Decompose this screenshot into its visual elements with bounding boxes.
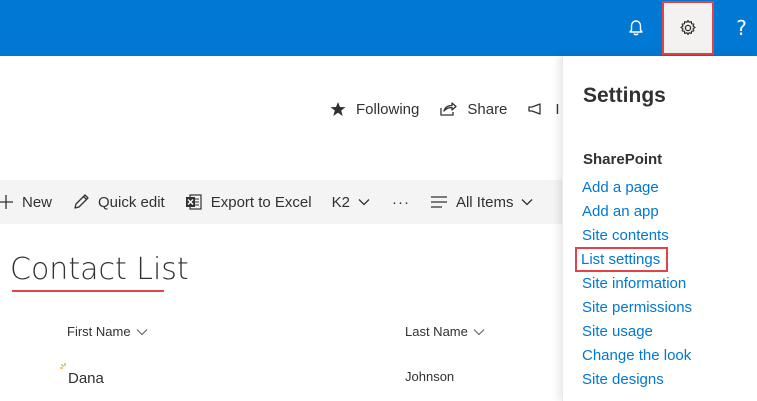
sharepoint-section-heading: SharePoint xyxy=(583,151,663,168)
list-view-icon xyxy=(430,196,447,208)
command-bar: New Quick edit Export to Excel K2 ··· Al… xyxy=(0,180,600,224)
page-title: Contact List xyxy=(10,252,189,287)
chevron-down-icon xyxy=(358,199,370,206)
help-button[interactable]: ? xyxy=(726,0,757,56)
column-header-label: Last Name xyxy=(405,324,468,339)
suite-bar: ? xyxy=(0,0,757,56)
site-designs-link[interactable]: Site designs xyxy=(582,371,664,388)
following-button[interactable]: Following xyxy=(330,101,419,118)
new-label: New xyxy=(22,193,53,211)
column-header-last-name[interactable]: Last Name xyxy=(405,324,485,339)
k2-label: K2 xyxy=(331,193,350,211)
add-an-app-link[interactable]: Add an app xyxy=(582,203,659,220)
site-contents-link[interactable]: Site contents xyxy=(582,227,669,244)
change-the-look-link[interactable]: Change the look xyxy=(582,347,691,364)
quick-edit-label: Quick edit xyxy=(98,193,165,211)
column-header-first-name[interactable]: First Name xyxy=(67,324,148,339)
more-button[interactable]: ··· xyxy=(392,180,410,224)
sharepoint-page: ? Following Share I New Quick edit Expor… xyxy=(0,0,757,401)
column-header-label: First Name xyxy=(67,324,131,339)
chevron-down-icon xyxy=(522,199,533,206)
export-to-excel-button[interactable]: Export to Excel xyxy=(185,180,312,224)
following-label: Following xyxy=(356,100,420,118)
list-settings-link[interactable]: List settings xyxy=(574,247,669,272)
pencil-icon xyxy=(74,194,89,209)
star-icon xyxy=(330,102,346,116)
add-a-page-link[interactable]: Add a page xyxy=(582,179,659,196)
cell-last-name: Johnson xyxy=(405,369,455,384)
bell-icon xyxy=(629,20,643,36)
share-button[interactable]: Share xyxy=(439,101,507,118)
site-actions: Following Share I xyxy=(330,96,580,122)
settings-panel-title: Settings xyxy=(583,84,666,107)
settings-panel: Settings SharePoint Add a page Add an ap… xyxy=(562,56,757,401)
chevron-down-icon xyxy=(473,328,485,335)
quick-edit-button[interactable]: Quick edit xyxy=(72,180,165,224)
settings-button[interactable] xyxy=(662,1,714,55)
plus-icon xyxy=(0,195,13,209)
site-usage-link[interactable]: Site usage xyxy=(582,323,653,340)
export-label: Export to Excel xyxy=(210,193,312,211)
view-selector[interactable]: All Items xyxy=(430,180,534,224)
chevron-down-icon xyxy=(136,328,147,335)
share-icon xyxy=(440,102,458,116)
new-button[interactable]: New xyxy=(0,180,52,224)
excel-icon xyxy=(185,194,202,210)
notifications-button[interactable] xyxy=(612,0,660,56)
cell-first-name[interactable]: Dana xyxy=(68,370,104,387)
help-icon: ? xyxy=(736,16,747,40)
share-label: Share xyxy=(467,100,508,118)
promote-button[interactable]: I xyxy=(527,100,560,118)
site-information-link[interactable]: Site information xyxy=(582,275,686,292)
site-permissions-link[interactable]: Site permissions xyxy=(582,299,692,316)
title-underline xyxy=(12,290,164,292)
megaphone-icon xyxy=(528,103,542,115)
gear-icon xyxy=(680,19,696,36)
k2-menu[interactable]: K2 xyxy=(332,180,370,224)
promote-label: I xyxy=(555,100,560,118)
more-label: ··· xyxy=(391,193,410,211)
view-label: All Items xyxy=(455,193,514,211)
